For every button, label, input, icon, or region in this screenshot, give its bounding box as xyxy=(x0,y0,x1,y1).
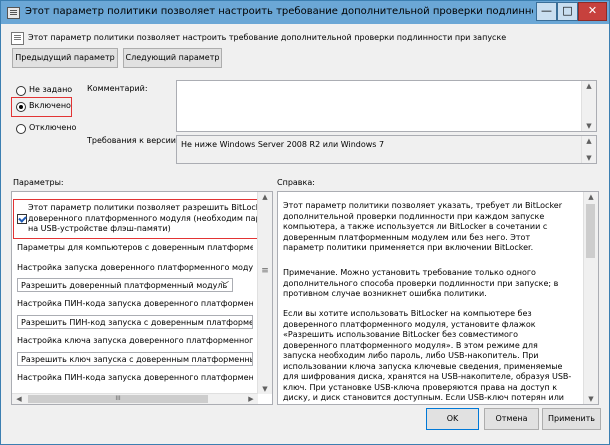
minimize-button[interactable]: — xyxy=(536,2,557,21)
param-text-tpm-startup: Настройка запуска доверенного платформен… xyxy=(17,263,253,272)
comment-textarea[interactable]: ▲ ▼ xyxy=(176,80,597,132)
tpm-key-dropdown[interactable]: Разрешить ключ запуска с доверенным плат… xyxy=(17,352,253,366)
radio-not-configured[interactable]: Не задано xyxy=(16,85,86,97)
parameters-label: Параметры: xyxy=(13,178,64,187)
window-title: Этот параметр политики позволяет настрои… xyxy=(25,6,533,17)
policy-header-text: Этот параметр политики позволяет настрои… xyxy=(28,33,507,42)
help-paragraph-2: Примечание. Можно установить требование … xyxy=(283,268,559,298)
scroll-up-icon[interactable]: ▲ xyxy=(582,81,596,91)
title-bar[interactable]: Этот параметр политики позволяет настрои… xyxy=(1,1,609,24)
requirements-scrollbar[interactable]: ▲ ▼ xyxy=(581,136,596,163)
scroll-left-icon[interactable]: ◀ xyxy=(12,394,26,404)
dropdown-value: Разрешить ПИН-код запуска с доверенным п… xyxy=(21,318,253,327)
parameters-panel: Этот параметр политики позволяет разреши… xyxy=(11,191,273,405)
dropdown-value: Разрешить доверенный платформенный модул… xyxy=(21,281,228,290)
previous-setting-button[interactable]: Предыдущий параметр xyxy=(12,48,118,68)
tpm-pin-dropdown[interactable]: Разрешить ПИН-код запуска с доверенным п… xyxy=(17,315,253,329)
allow-without-tpm-checkbox[interactable] xyxy=(17,214,27,224)
checkbox-text-line2: доверенного платформенного модуля (необх… xyxy=(28,214,258,223)
checkbox-text-line3: на USB-устройстве флэш-памяти) xyxy=(28,224,171,233)
help-panel: Этот параметр политики позволяет указать… xyxy=(277,191,599,405)
ok-button[interactable]: OK xyxy=(426,408,479,430)
help-label: Справка: xyxy=(277,178,315,187)
help-paragraph-3: Если вы хотите использовать BitLocker на… xyxy=(283,309,572,404)
help-paragraph-1: Этот параметр политики позволяет указать… xyxy=(283,201,563,252)
comment-label: Комментарий: xyxy=(87,84,148,93)
radio-label: Отключено xyxy=(29,123,77,132)
scroll-down-icon[interactable]: ▼ xyxy=(582,121,596,131)
comment-scrollbar[interactable]: ▲ ▼ xyxy=(581,81,596,131)
scroll-down-icon[interactable]: ▼ xyxy=(582,153,596,163)
policy-setting-icon xyxy=(11,32,24,45)
parameters-horizontal-scrollbar[interactable]: ◀ III ▶ xyxy=(12,393,258,404)
help-scroll-thumb[interactable] xyxy=(586,204,595,258)
checkbox-text-line1: Этот параметр политики позволяет разреши… xyxy=(28,203,258,212)
radio-disabled[interactable]: Отключено xyxy=(16,123,86,135)
scroll-right-icon[interactable]: ▶ xyxy=(244,394,258,404)
scroll-down-icon[interactable]: ▼ xyxy=(258,384,272,394)
chevron-down-icon: ﹀ xyxy=(221,281,229,290)
radio-dot xyxy=(16,124,26,134)
radio-label: Не задано xyxy=(29,85,73,94)
requirements-box: Не ниже Windows Server 2008 R2 или Windo… xyxy=(176,135,597,164)
param-text-computers-with-tpm: Параметры для компьютеров с доверенным п… xyxy=(17,243,253,252)
param-text-tpm-key-pin: Настройка ПИН-кода запуска доверенного п… xyxy=(17,373,253,382)
scroll-up-icon[interactable]: ▲ xyxy=(582,136,596,146)
requirements-value: Не ниже Windows Server 2008 R2 или Windo… xyxy=(181,140,385,149)
scroll-grip-icon[interactable]: ≡ xyxy=(258,266,272,276)
next-setting-button[interactable]: Следующий параметр xyxy=(123,48,222,68)
param-text-tpm-pin: Настройка ПИН-кода запуска доверенного п… xyxy=(17,299,253,308)
scroll-up-icon[interactable]: ▲ xyxy=(584,192,598,202)
policy-dialog-window: Этот параметр политики позволяет настрои… xyxy=(0,0,610,445)
radio-label: Включено xyxy=(29,101,71,110)
tpm-startup-dropdown[interactable]: Разрешить доверенный платформенный модул… xyxy=(17,278,233,292)
scroll-down-icon[interactable]: ▼ xyxy=(584,394,598,404)
param-text-tpm-key: Настройка ключа запуска доверенного плат… xyxy=(17,336,253,345)
horizontal-scroll-thumb[interactable]: III xyxy=(28,395,208,403)
policy-icon xyxy=(7,7,20,19)
cancel-button[interactable]: Отмена xyxy=(484,408,539,430)
dropdown-value: Разрешить ключ запуска с доверенным плат… xyxy=(21,355,252,364)
maximize-button[interactable]: □ xyxy=(557,2,578,21)
scroll-grip-text: III xyxy=(115,395,121,402)
requirements-label: Требования к версии: xyxy=(87,136,179,145)
radio-dot xyxy=(16,86,26,96)
close-button[interactable]: ✕ xyxy=(578,2,607,21)
apply-button[interactable]: Применить xyxy=(542,408,601,430)
scroll-up-icon[interactable]: ▲ xyxy=(258,192,272,202)
parameters-vertical-scrollbar[interactable]: ▲ ≡ ▼ xyxy=(257,192,272,394)
radio-enabled[interactable]: Включено xyxy=(16,101,86,113)
help-vertical-scrollbar[interactable]: ▲ ▼ xyxy=(583,192,598,404)
radio-dot-selected xyxy=(16,102,26,112)
